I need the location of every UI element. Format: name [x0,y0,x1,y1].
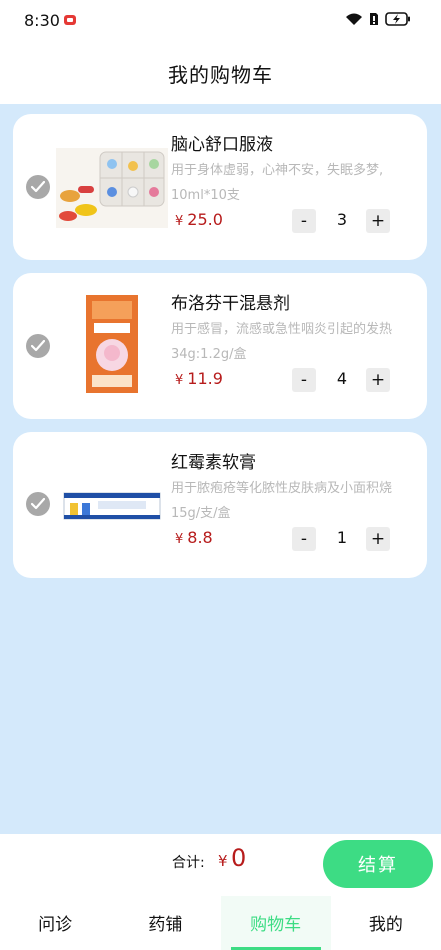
status-bar: 8:30 [0,0,441,42]
cart-list: 脑心舒口服液 用于身体虚弱，心神不安，失眠多梦, 10ml*10支 ¥25.0 … [0,104,441,834]
quantity-value: 4 [336,369,348,388]
price-value: 25.0 [187,210,223,229]
total-label: 合计: [172,855,205,871]
tab-mine[interactable]: 我的 [331,896,441,950]
product-price: ¥11.9 [175,369,223,388]
product-price: ¥8.8 [175,528,213,547]
page-title: 我的购物车 [168,62,273,87]
medicine-box-image [86,295,138,393]
quantity-plus-button[interactable]: + [366,209,390,233]
quantity-plus-button[interactable]: + [366,527,390,551]
ointment-box-image [63,492,161,520]
quantity-value: 3 [336,210,348,229]
currency-symbol: ¥ [175,214,184,229]
currency-symbol: ¥ [175,532,184,547]
tab-pharmacy[interactable]: 药铺 [110,896,220,950]
cart-item-card: 脑心舒口服液 用于身体虚弱，心神不安，失眠多梦, 10ml*10支 ¥25.0 … [13,114,427,260]
cart-item-card: 红霉素软膏 用于脓疱疮等化脓性皮肤病及小面积烧 15g/支/盒 ¥8.8 - 1… [13,432,427,578]
wifi-icon [345,12,363,26]
tab-consultation[interactable]: 问诊 [0,896,110,950]
quantity-value: 1 [336,528,348,547]
sim-icon [369,12,379,26]
status-time: 8:30 [24,11,60,30]
check-circle-icon[interactable] [26,175,50,199]
price-value: 11.9 [187,369,223,388]
product-spec: 10ml*10支 [171,188,240,203]
product-price: ¥25.0 [175,210,223,229]
product-image[interactable] [56,454,168,558]
product-name[interactable]: 红霉素软膏 [171,448,256,473]
quantity-minus-button[interactable]: - [292,527,316,551]
header: 我的购物车 [0,42,441,104]
product-description: 用于身体虚弱，心神不安，失眠多梦, [171,163,384,178]
currency-symbol: ¥ [175,373,184,388]
price-value: 8.8 [187,528,213,547]
total-currency: ¥ [218,852,228,870]
quantity-plus-button[interactable]: + [366,368,390,392]
status-icons [345,12,411,26]
quantity-minus-button[interactable]: - [292,209,316,233]
check-circle-icon[interactable] [26,492,50,516]
product-name[interactable]: 脑心舒口服液 [171,130,273,155]
product-spec: 34g:1.2g/盒 [171,347,247,362]
battery-charging-icon [385,12,411,26]
pills-image [56,148,168,228]
product-image[interactable] [56,291,168,395]
tab-bar: 问诊 药铺 购物车 我的 [0,896,441,950]
product-name[interactable]: 布洛芬干混悬剂 [171,289,290,314]
tab-cart[interactable]: 购物车 [220,896,331,950]
total-value: 0 [231,844,247,872]
checkout-bar: 合计: ¥ 0 结算 [0,834,441,896]
product-description: 用于感冒，流感或急性咽炎引起的发热 [171,322,393,337]
product-spec: 15g/支/盒 [171,506,231,521]
checkout-button[interactable]: 结算 [323,840,433,888]
product-image[interactable] [56,136,168,240]
cart-item-card: 布洛芬干混悬剂 用于感冒，流感或急性咽炎引起的发热 34g:1.2g/盒 ¥11… [13,273,427,419]
recording-icon [64,15,76,25]
check-circle-icon[interactable] [26,334,50,358]
product-description: 用于脓疱疮等化脓性皮肤病及小面积烧 [171,481,393,496]
quantity-minus-button[interactable]: - [292,368,316,392]
